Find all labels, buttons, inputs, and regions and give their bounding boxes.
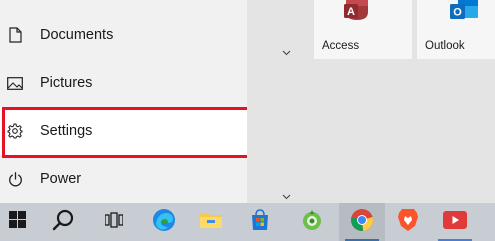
tile-outlook[interactable]: O Outlook [417,0,495,59]
start-button[interactable] [0,203,40,241]
chevron-down-icon[interactable] [281,49,291,57]
tile-label-access: Access [322,40,360,52]
search-button[interactable] [40,203,86,241]
access-icon: A [344,0,370,27]
chrome-icon [350,208,374,237]
task-view-button[interactable] [91,203,137,241]
edge-icon [152,208,176,237]
tile-label-outlook: Outlook [425,40,465,52]
nav-item-settings[interactable]: Settings [0,107,247,155]
document-icon [7,27,23,43]
store-button[interactable] [237,203,283,241]
nav-item-pictures[interactable]: Pictures [0,59,247,107]
pictures-icon [7,75,23,91]
brave-icon [397,208,419,237]
edge-button[interactable] [141,203,187,241]
windows-icon [8,211,26,233]
nav-label-settings: Settings [40,123,93,139]
taskbar [0,203,495,241]
nav-label-pictures: Pictures [40,75,93,91]
file-explorer-button[interactable] [188,203,234,241]
gear-icon [7,123,23,139]
outlook-icon: O [450,0,478,27]
start-menu-left-panel: Documents Pictures Settings Power [0,0,258,203]
tiles-area: A Access O Outlook [247,0,495,203]
chevron-down-icon[interactable] [281,193,291,201]
chrome-button[interactable] [339,203,385,241]
green-app-icon [300,208,324,237]
nav-item-documents[interactable]: Documents [0,11,247,59]
search-icon [52,209,74,236]
nav-label-documents: Documents [40,27,114,43]
brave-button[interactable] [385,203,431,241]
app-button[interactable] [289,203,335,241]
youtube-icon [443,210,467,234]
svg-text:A: A [347,6,355,18]
nav-label-power: Power [40,171,82,187]
folder-icon [199,210,223,235]
svg-text:O: O [453,7,462,19]
task-view-icon [104,211,124,233]
power-icon [7,171,23,187]
store-icon [249,208,271,236]
tile-access[interactable]: A Access [314,0,412,59]
youtube-button[interactable] [432,203,478,241]
nav-item-power[interactable]: Power [0,155,247,203]
